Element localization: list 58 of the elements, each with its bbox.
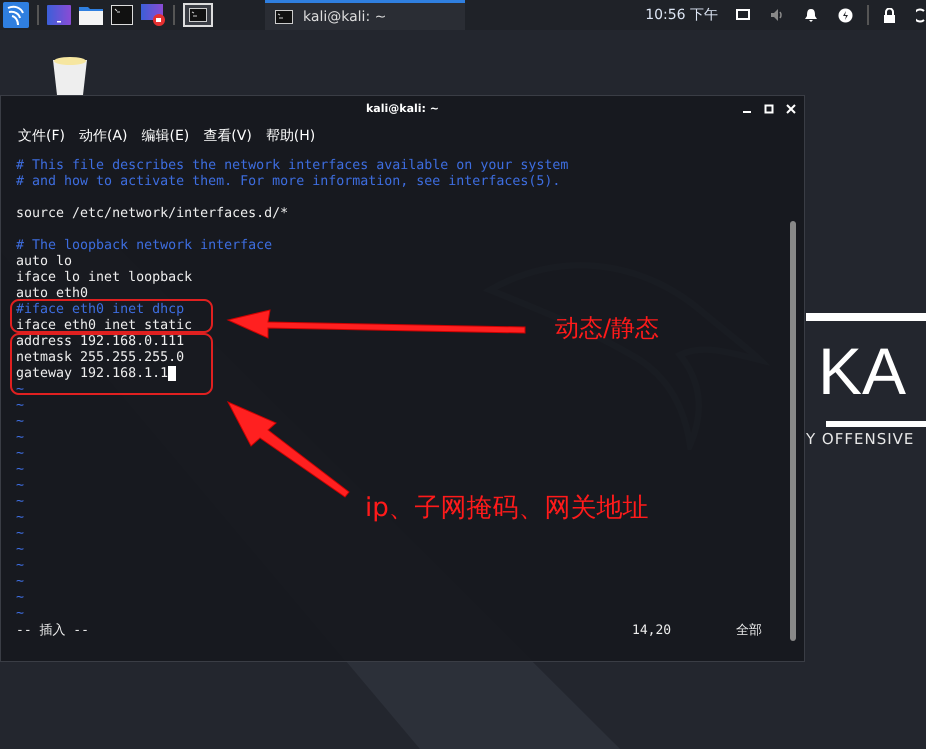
- close-icon[interactable]: [786, 104, 796, 114]
- wallpaper-logo-text: KA: [817, 333, 906, 410]
- power-manager-icon[interactable]: [838, 8, 853, 22]
- window-title: kali@kali: ~: [366, 102, 439, 115]
- trash-icon[interactable]: [50, 54, 90, 96]
- code-comment: #iface eth0 inet dhcp: [16, 302, 184, 318]
- empty-line-marker: ~: [16, 478, 24, 494]
- menu-item[interactable]: 文件(F): [11, 125, 72, 147]
- vim-mode: -- 插入 --: [16, 623, 90, 639]
- empty-line-marker: ~: [16, 398, 24, 414]
- lock-icon[interactable]: [883, 8, 896, 22]
- menu-item[interactable]: 动作(A): [72, 125, 134, 147]
- empty-line-marker: ~: [16, 462, 24, 478]
- code-line: auto lo: [16, 254, 72, 270]
- code-comment: # The loopback network interface: [16, 238, 272, 254]
- terminal-icon[interactable]: [183, 3, 213, 27]
- text-cursor: [168, 366, 176, 381]
- bell-icon[interactable]: [804, 8, 818, 22]
- power-icon[interactable]: [916, 8, 926, 22]
- code-line: gateway 192.168.1.1: [16, 366, 168, 382]
- code-line: iface lo inet loopback: [16, 270, 192, 286]
- menu-item[interactable]: 帮助(H): [258, 125, 322, 147]
- code-line: source /etc/network/interfaces.d/*: [16, 206, 288, 222]
- empty-line-marker: ~: [16, 558, 24, 574]
- empty-line-marker: ~: [16, 494, 24, 510]
- code-line: iface eth0 inet static: [16, 318, 192, 334]
- code-line: netmask 255.255.255.0: [16, 350, 184, 366]
- empty-line-marker: ~: [16, 542, 24, 558]
- code-comment: # This file describes the network interfaces available on your system: [16, 158, 568, 174]
- empty-line-marker: ~: [16, 446, 24, 462]
- menu-item[interactable]: 查看(V): [196, 125, 259, 147]
- maximize-icon[interactable]: [764, 104, 774, 114]
- wallpaper-tagline: Y OFFENSIVE: [806, 430, 914, 448]
- empty-line-marker: ~: [16, 510, 24, 526]
- clock[interactable]: 10:56 下午: [645, 6, 718, 24]
- terminal-icon[interactable]: [111, 5, 133, 25]
- terminal-icon: [275, 10, 293, 24]
- empty-line-marker: ~: [16, 382, 24, 398]
- code-line: address 192.168.0.111: [16, 334, 184, 350]
- empty-line-marker: ~: [16, 590, 24, 606]
- empty-line-marker: ~: [16, 606, 24, 622]
- code-comment: # and how to activate them. For more information, see interfaces(5).: [16, 174, 560, 190]
- empty-line-marker: ~: [16, 574, 24, 590]
- folder-icon[interactable]: [79, 5, 103, 25]
- annotation-text: 动态/静态: [555, 313, 660, 344]
- empty-line-marker: ~: [16, 414, 24, 430]
- code-line: auto eth0: [16, 286, 88, 302]
- taskbar-window-button[interactable]: kali@kali: ~: [265, 0, 465, 30]
- scroll-position: 全部: [736, 623, 762, 639]
- menu-item[interactable]: 编辑(E): [134, 125, 196, 147]
- screen-recorder-icon[interactable]: [141, 4, 165, 26]
- empty-line-marker: ~: [16, 526, 24, 542]
- scrollbar[interactable]: [790, 221, 796, 641]
- empty-line-marker: ~: [16, 430, 24, 446]
- cursor-position: 14,20: [632, 623, 672, 639]
- volume-icon[interactable]: [770, 8, 784, 22]
- annotation-text: ip、子网掩码、网关地址: [365, 492, 649, 525]
- display-icon[interactable]: [736, 9, 750, 21]
